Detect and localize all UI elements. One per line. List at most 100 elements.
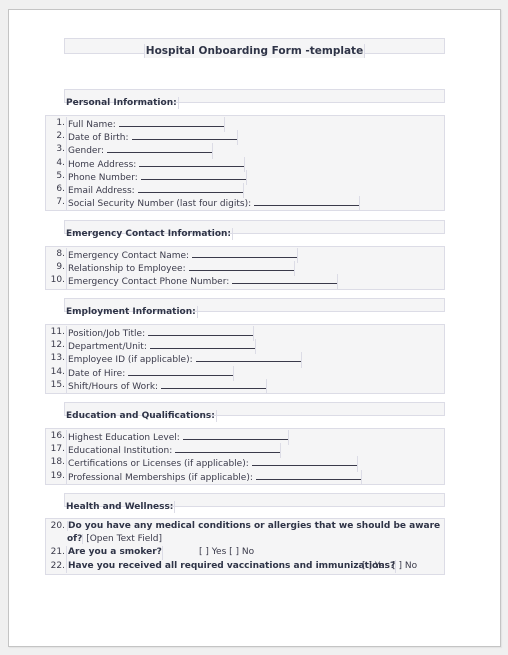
blank-line-field[interactable]	[149, 339, 255, 350]
list-item: 11. Position/Job Title:	[46, 326, 444, 342]
document-title-box: Hospital Onboarding Form -template	[64, 38, 445, 58]
item-number: 21.	[50, 547, 65, 558]
answer-checkboxes[interactable]: [ ] Yes [ ] No	[362, 560, 417, 573]
answer-checkboxes[interactable]: [ ] Yes [ ] No	[199, 546, 254, 559]
blank-line-field[interactable]	[148, 326, 254, 336]
blank-line-field[interactable]	[118, 117, 224, 127]
item-label: Professional Memberships (if applicable)…	[68, 472, 253, 483]
item-label-wrap: Social Security Number (last four digits…	[66, 196, 361, 212]
item-number: 6.	[56, 183, 65, 194]
document-title: Hospital Onboarding Form -template	[143, 44, 366, 58]
item-number: 12.	[50, 340, 65, 351]
item-label-wrap: Emergency Contact Phone Number:	[66, 274, 339, 290]
question-text: Have you received all required vaccinati…	[66, 559, 397, 573]
blank-line-field[interactable]	[139, 157, 245, 167]
list-item: 3. Gender:	[46, 143, 444, 159]
list-item: 21. Are you a smoker? [ ] Yes [ ] No	[46, 546, 444, 560]
blank-line-field[interactable]	[175, 443, 281, 454]
blank-line-field[interactable]	[195, 352, 301, 363]
answer-field[interactable]: [Open Text Field]	[86, 534, 162, 544]
list-item: 15. Shift/Hours of Work:	[46, 378, 444, 394]
item-number: 4.	[56, 157, 65, 168]
blank-line-field[interactable]	[255, 470, 361, 480]
list-item: 20. Do you have any medical conditions or…	[46, 520, 444, 546]
item-label: Date of Birth:	[68, 133, 129, 144]
blank-line-field[interactable]	[137, 183, 243, 193]
list-emergency: 8. Emergency Contact Name: 9. Relationship…	[45, 246, 445, 290]
list-item: 2. Date of Birth:	[46, 130, 444, 146]
item-label: Position/Job Title:	[68, 329, 146, 339]
list-item: 1. Full Name:	[46, 117, 444, 133]
section-header-emergency: Emergency Contact Information:	[64, 220, 445, 240]
list-item: 10. Emergency Contact Phone Number:	[46, 274, 444, 290]
item-label: Certifications or Licenses (if applicabl…	[68, 459, 249, 470]
item-number: 16.	[50, 431, 65, 441]
item-label-wrap: Shift/Hours of Work:	[66, 378, 268, 394]
item-number: 10.	[50, 275, 65, 286]
list-employment: 11. Position/Job Title: 12. Department/Uni…	[45, 324, 445, 394]
list-item: 8. Emergency Contact Name:	[46, 248, 444, 264]
list-item: 7. Social Security Number (last four digi…	[46, 196, 444, 212]
item-number: 17.	[50, 444, 65, 455]
list-item: 4. Home Address:	[46, 156, 444, 172]
list-health: 20. Do you have any medical conditions or…	[45, 518, 445, 575]
list-item: 22. Have you received all required vaccin…	[46, 559, 444, 573]
section-heading: Employment Information:	[66, 306, 198, 318]
item-label: Relationship to Employee:	[68, 264, 186, 275]
item-number: 9.	[56, 262, 65, 273]
item-label-wrap: Do you have any medical conditions or al…	[66, 520, 443, 546]
blank-line-field[interactable]	[251, 456, 357, 467]
item-number: 13.	[50, 353, 65, 364]
item-label: Shift/Hours of Work:	[68, 381, 159, 392]
section-header-education: Education and Qualifications:	[64, 402, 445, 422]
blank-line-field[interactable]	[131, 130, 237, 141]
blank-line-field[interactable]	[140, 170, 246, 180]
list-item: 19. Professional Memberships (if applicab…	[46, 469, 444, 485]
blank-line-field[interactable]	[128, 366, 234, 376]
item-label: Gender:	[68, 146, 105, 157]
item-label: Home Address:	[68, 159, 137, 170]
item-label-wrap: Professional Memberships (if applicable)…	[66, 469, 362, 485]
item-number: 14.	[50, 366, 65, 377]
list-item: 18. Certifications or Licenses (if applic…	[46, 456, 444, 472]
item-number: 20.	[50, 521, 65, 531]
section-heading: Personal Information:	[66, 97, 179, 109]
list-item: 12. Department/Unit:	[46, 339, 444, 355]
list-item: 5. Phone Number:	[46, 169, 444, 185]
section-header-personal: Personal Information:	[64, 89, 445, 109]
item-label: Social Security Number (last four digits…	[68, 199, 252, 210]
blank-line-field[interactable]	[161, 379, 267, 389]
blank-line-field[interactable]	[232, 274, 338, 285]
item-label: Date of Hire:	[68, 368, 126, 379]
list-item: 14. Date of Hire:	[46, 365, 444, 381]
item-number: 3.	[56, 144, 65, 155]
blank-line-field[interactable]	[182, 430, 288, 440]
item-label: Emergency Contact Name:	[68, 251, 190, 261]
list-personal: 1. Full Name: 2. Date of Birth: 3. Gender: …	[45, 115, 445, 212]
section-heading: Emergency Contact Information:	[66, 228, 234, 240]
list-item: 13. Employee ID (if applicable):	[46, 352, 444, 368]
item-label: Phone Number:	[68, 172, 138, 183]
blank-line-field[interactable]	[192, 248, 298, 258]
item-number: 2.	[56, 131, 65, 142]
item-label: Employee ID (if applicable):	[68, 355, 193, 366]
list-item: 6. Email Address:	[46, 182, 444, 199]
item-label: Department/Unit:	[68, 342, 147, 353]
item-number: 18.	[50, 457, 65, 468]
section-heading: Education and Qualifications:	[66, 410, 217, 422]
item-number: 8.	[56, 249, 65, 259]
list-item: 16. Highest Education Level:	[46, 430, 444, 446]
list-item: 17. Educational Institution:	[46, 443, 444, 459]
blank-line-field[interactable]	[188, 261, 294, 272]
item-number: 19.	[50, 470, 65, 481]
section-heading: Health and Wellness:	[66, 501, 176, 513]
item-number: 22.	[50, 560, 65, 571]
item-label: Full Name:	[68, 120, 116, 130]
blank-line-field[interactable]	[107, 143, 213, 154]
item-number: 15.	[50, 379, 65, 390]
list-education: 16. Highest Education Level: 17. Education…	[45, 428, 445, 485]
item-number: 5.	[56, 170, 65, 181]
item-label: Emergency Contact Phone Number:	[68, 277, 230, 288]
blank-line-field[interactable]	[254, 196, 360, 207]
item-number: 7.	[56, 197, 65, 208]
